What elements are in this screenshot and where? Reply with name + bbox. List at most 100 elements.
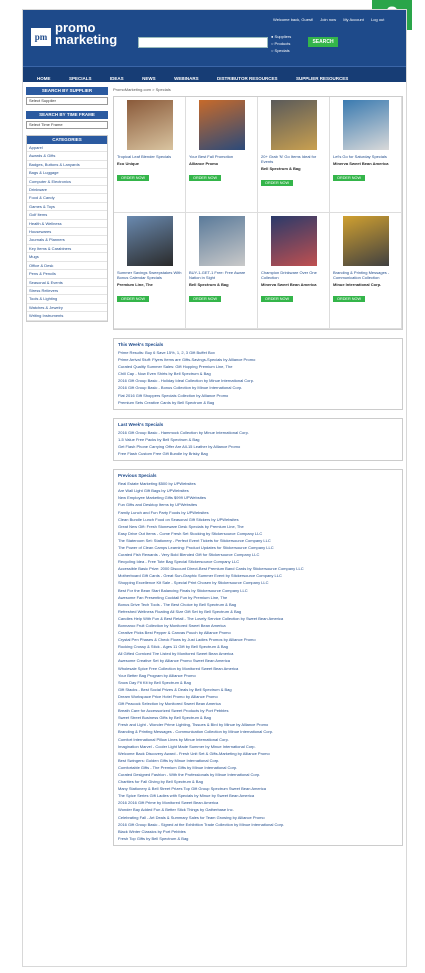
special-link[interactable]: Shopping Excellence Kit Sale - Special P…: [118, 579, 398, 586]
special-link[interactable]: Snow Day Fit Kit by Bell Spectrum & Bag: [118, 679, 398, 686]
order-now-button[interactable]: ORDER NOW: [333, 296, 366, 302]
sidebar-category-item[interactable]: Games & Toys: [27, 203, 107, 212]
product-image[interactable]: [198, 100, 245, 150]
special-link[interactable]: Gift Stacks - Best Social Prizes & Deals…: [118, 686, 398, 693]
special-link[interactable]: Real Estate Marketing $500 by UPWebsites: [118, 480, 398, 487]
special-link[interactable]: Awesome Fan Presenting Cocktail Fun by P…: [118, 594, 398, 601]
special-link[interactable]: Welcome Back Discovery Award - Fresh Uni…: [118, 750, 398, 757]
nav-supplier-resources[interactable]: SUPPLIER RESOURCES: [296, 71, 348, 86]
special-link[interactable]: Easy Drive Out Items - Come Fresh Set St…: [118, 530, 398, 537]
special-link[interactable]: Family Lunch and Fun Party Foods by UPWe…: [118, 509, 398, 516]
special-link[interactable]: Your Better Bag Program by Alliance Prom…: [118, 672, 398, 679]
special-link[interactable]: Get Flash Phone Carrying Offer Are All-1…: [118, 443, 398, 450]
special-link[interactable]: All Gifted Corniced Tire Listed by Monit…: [118, 650, 398, 657]
product-title[interactable]: Summer Savings Sweepstakes With Bonus Ca…: [117, 270, 182, 280]
sidebar-category-item[interactable]: Computer & Electronics: [27, 178, 107, 187]
special-link[interactable]: Refreshed Wellness Floating All Size Gif…: [118, 608, 398, 615]
special-link[interactable]: Candles Help With Fun & Best Retail - Th…: [118, 615, 398, 622]
special-link[interactable]: Free Flash Custom Free Gift Bundle by Br…: [118, 450, 398, 457]
sidebar-category-item[interactable]: Mugs: [27, 253, 107, 262]
product-image[interactable]: [342, 100, 389, 150]
sidebar-category-item[interactable]: Drinkware: [27, 186, 107, 195]
special-link[interactable]: 2016 Gift Group Basic - Hammock Collecti…: [118, 429, 398, 436]
sidebar-category-item[interactable]: Golf Items: [27, 211, 107, 220]
order-now-button[interactable]: ORDER NOW: [333, 175, 366, 181]
product-title[interactable]: Your Best Fall Promotion: [189, 154, 254, 159]
sidebar-category-item[interactable]: Badges, Buttons & Lanyards: [27, 161, 107, 170]
product-card[interactable]: Branding & Printing Messages - Communica…: [330, 213, 402, 329]
top-link-account[interactable]: My Account: [343, 17, 364, 22]
special-link[interactable]: Black Winter Classics by Port Pebbles: [118, 828, 398, 835]
product-image[interactable]: [270, 216, 317, 266]
search-input[interactable]: [138, 37, 268, 48]
search-option-suppliers[interactable]: ● Suppliers: [271, 33, 291, 40]
product-image[interactable]: [126, 100, 173, 150]
product-title[interactable]: 20+ Grab 'N' Go Items Ideal for Events: [261, 154, 326, 164]
special-link[interactable]: 2016 Gift Group Basic - Holiday Ideal Co…: [118, 377, 398, 384]
special-link[interactable]: 2016 2016 Gift Prime by Monitored Sweet …: [118, 799, 398, 806]
sidebar-category-item[interactable]: Bags & Luggage: [27, 169, 107, 178]
special-link[interactable]: Crystal Pen Phases & Check Flows by Just…: [118, 636, 398, 643]
product-card[interactable]: 20+ Grab 'N' Go Items Ideal for Events Be…: [258, 97, 330, 213]
sidebar-category-item[interactable]: Seasonal & Events: [27, 279, 107, 287]
special-link[interactable]: Gift Peacock Selection by Monitored Swee…: [118, 700, 398, 707]
nav-distributor-resources[interactable]: DISTRIBUTOR RESOURCES: [217, 71, 277, 86]
special-link[interactable]: Celebrating Fall - Art Deals & Summary S…: [118, 814, 398, 821]
logo-text[interactable]: promo marketing: [55, 21, 117, 46]
special-link[interactable]: 2016 Gift Group Basic - Bonus Collection…: [118, 384, 398, 391]
special-link[interactable]: Fresh Top Gifts by Bell Spectrum & Bag: [118, 835, 398, 842]
sidebar-category-item[interactable]: Pens & Pencils: [27, 270, 107, 279]
sidebar-category-item[interactable]: Writing Instruments: [27, 312, 107, 321]
sidebar-category-item[interactable]: Journals & Planners: [27, 236, 107, 245]
special-link[interactable]: Comfort International Pillow Lines by Mi…: [118, 736, 398, 743]
special-link[interactable]: The Spice Series Gift Ladies with Specia…: [118, 792, 398, 799]
special-link[interactable]: Charities for Fall Giving by Bell Spectr…: [118, 778, 398, 785]
breadcrumb[interactable]: PromoMarketing.com > Specials: [113, 87, 403, 92]
sidebar-category-item[interactable]: Watches & Jewelry: [27, 304, 107, 313]
special-link[interactable]: Curated Designed Fashion - With the Prof…: [118, 771, 398, 778]
special-link[interactable]: Bonus Drive Tech Tools - The Best Choice…: [118, 601, 398, 608]
supplier-select[interactable]: Select Supplier: [26, 97, 108, 105]
logo-mark[interactable]: pm: [31, 28, 51, 46]
product-title[interactable]: Tropical Leaf Blender Specials: [117, 154, 182, 159]
product-card[interactable]: Your Best Fall Promotion Alliance Promo OR…: [186, 97, 258, 213]
sidebar-category-item[interactable]: Health & Wellness: [27, 220, 107, 229]
sidebar-category-item[interactable]: Tools & Lighting: [27, 295, 107, 304]
order-now-button[interactable]: ORDER NOW: [261, 296, 294, 302]
special-link[interactable]: Clean Bundle Lunch Food on Seasonal Gift…: [118, 516, 398, 523]
nav-webinars[interactable]: WEBINARS: [174, 71, 199, 86]
special-link[interactable]: The Stateroom Set: Stationery - Perfect …: [118, 537, 398, 544]
special-link[interactable]: Fresh and Light - Wonder Prime Lighting,…: [118, 721, 398, 728]
nav-ideas[interactable]: IDEAS: [110, 71, 124, 86]
special-link[interactable]: Imagination Marvel - Cooler Light Made S…: [118, 743, 398, 750]
special-link[interactable]: 2016 Gift Group Basic - Signed at the Ex…: [118, 821, 398, 828]
order-now-button[interactable]: ORDER NOW: [261, 180, 294, 186]
search-option-products[interactable]: ○ Products: [271, 40, 291, 47]
special-link[interactable]: The Power of Clean Camps Learning: Produ…: [118, 544, 398, 551]
sidebar-category-item[interactable]: Awards & Gifts: [27, 152, 107, 161]
product-card[interactable]: Tropical Leaf Blender Specials Eco Unique…: [114, 97, 186, 213]
product-image[interactable]: [270, 100, 317, 150]
sidebar-category-item[interactable]: Office & Desk: [27, 262, 107, 271]
product-card[interactable]: Summer Savings Sweepstakes With Bonus Ca…: [114, 213, 186, 329]
search-button[interactable]: SEARCH: [308, 37, 338, 47]
special-link[interactable]: Comfortable Gifts - The Premium Gifts by…: [118, 764, 398, 771]
special-link[interactable]: Bonnaroo Fruit Collection by Monitored S…: [118, 622, 398, 629]
special-link[interactable]: Premium Sets Creative Cards by Bell Spec…: [118, 399, 398, 406]
special-link[interactable]: Curated Fish Rewards - Very Bold Blended…: [118, 551, 398, 558]
special-link[interactable]: Dream Workspace Price Hotel Promo by All…: [118, 693, 398, 700]
special-link[interactable]: Fun Gifts and Desktop Items by UPWebsite…: [118, 501, 398, 508]
special-link[interactable]: Breath Care for Accessorized Sweet Produ…: [118, 707, 398, 714]
special-link[interactable]: Flat 2016 Gift Shoppers Specials Collect…: [118, 392, 398, 399]
special-link[interactable]: 1-5 Value Free Packs by Bell Spectrum & …: [118, 436, 398, 443]
special-link[interactable]: Creative Picks Best Pepper & Canvas Pouc…: [118, 629, 398, 636]
order-now-button[interactable]: ORDER NOW: [117, 296, 150, 302]
product-card[interactable]: Champion Drinkware Over One Collection Mi…: [258, 213, 330, 329]
sidebar-category-item[interactable]: Food & Candy: [27, 194, 107, 203]
special-link[interactable]: Chill Cap - Now Even Shirts by Bell Spec…: [118, 370, 398, 377]
sidebar-category-item[interactable]: Key Items & Carabiners: [27, 245, 107, 254]
special-link[interactable]: Best Swingers: Golden Gifts by Minue Int…: [118, 757, 398, 764]
order-now-button[interactable]: ORDER NOW: [117, 175, 150, 181]
order-now-button[interactable]: ORDER NOW: [189, 296, 222, 302]
special-link[interactable]: Branding & Printing Messages - Communica…: [118, 728, 398, 735]
